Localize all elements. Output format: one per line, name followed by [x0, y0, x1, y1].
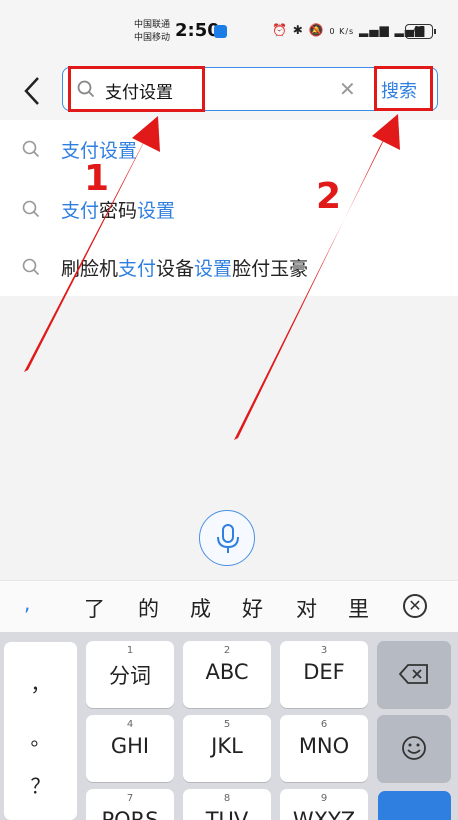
- carrier-names: 中国联通 中国移动: [134, 19, 170, 45]
- back-button[interactable]: [18, 74, 48, 108]
- key-7[interactable]: 7 PQRS: [86, 789, 174, 820]
- key-6[interactable]: 6 MNO: [280, 715, 368, 782]
- candidate-word[interactable]: 对: [296, 593, 317, 623]
- emoji-icon: [402, 736, 426, 760]
- enter-key[interactable]: [378, 791, 451, 820]
- annotation-badge-1: 1: [84, 158, 110, 199]
- key-9[interactable]: 9 WXYZ: [280, 789, 368, 820]
- candidate-word[interactable]: 好: [242, 593, 263, 623]
- emoji-key[interactable]: [377, 715, 451, 782]
- carrier-2: 中国移动: [134, 33, 171, 43]
- candidate-comma[interactable]: ,: [24, 591, 30, 615]
- candidate-word[interactable]: 里: [348, 593, 369, 623]
- search-icon: [22, 258, 40, 276]
- key-3[interactable]: 3 DEF: [280, 641, 368, 708]
- candidate-word[interactable]: 成: [190, 593, 211, 623]
- suggestion-text: 支付密码设置: [61, 200, 176, 222]
- symbol-key[interactable]: 。: [4, 722, 77, 751]
- candidate-word[interactable]: 的: [138, 593, 159, 623]
- highlight-box-search-button: [374, 66, 433, 111]
- microphone-icon: [217, 524, 239, 553]
- backspace-icon: [398, 664, 428, 684]
- key-5[interactable]: 5 JKL: [183, 715, 271, 782]
- highlight-box-search-field: [68, 66, 205, 112]
- search-icon: [22, 140, 40, 158]
- candidate-word[interactable]: 了: [84, 593, 105, 623]
- alarm-icon: ⏰: [272, 23, 288, 37]
- bluetooth-icon: ✱: [292, 23, 304, 37]
- key-2[interactable]: 2 ABC: [183, 641, 271, 708]
- chevron-left-icon: [24, 77, 39, 105]
- app-notification-icon: [214, 25, 227, 38]
- suggestion-item[interactable]: 支付设置: [0, 120, 458, 178]
- symbol-key[interactable]: ，: [4, 668, 77, 697]
- suggestion-list: 支付设置 支付密码设置 刷脸机支付设备设置脸付玉豪: [0, 120, 458, 296]
- voice-input-button[interactable]: [199, 510, 255, 566]
- annotation-badge-2: 2: [316, 176, 342, 217]
- key-4[interactable]: 4 GHI: [86, 715, 174, 782]
- candidate-bar: , 了 的 成 好 对 里 ✕: [0, 580, 458, 632]
- battery-icon: 45: [405, 24, 436, 39]
- suggestion-text: 刷脸机支付设备设置脸付玉豪: [61, 258, 309, 280]
- suggestion-item[interactable]: 刷脸机支付设备设置脸付玉豪: [0, 238, 458, 296]
- symbol-column[interactable]: ， 。 ？ ！: [4, 642, 77, 820]
- mute-icon: 🔕: [308, 23, 325, 37]
- key-1[interactable]: 1 分词: [86, 641, 174, 708]
- symbol-key[interactable]: ？: [4, 770, 77, 799]
- status-bar: 中国联通 中国移动 2:50 ⏰ ✱ 🔕 0 K/s ▂▄▆ ▂▄▆ 45: [0, 0, 458, 64]
- backspace-key[interactable]: [377, 641, 451, 708]
- search-icon: [22, 200, 40, 218]
- status-icons: ⏰ ✱ 🔕 0 K/s ▂▄▆ ▂▄▆: [272, 23, 425, 37]
- key-8[interactable]: 8 TUV: [183, 789, 271, 820]
- carrier-1: 中国联通: [134, 20, 171, 30]
- close-candidates-icon[interactable]: ✕: [403, 594, 427, 618]
- signal-5g-icon: ▂▄▆: [359, 23, 390, 37]
- keyboard: ， 。 ？ ！ 1分词 2ABC 3DEF 4GHI 5JKL 6MNO 7PQ…: [0, 632, 458, 820]
- suggestion-item[interactable]: 支付密码设置: [0, 180, 458, 238]
- symbol-key[interactable]: ！: [4, 814, 77, 820]
- net-speed: 0 K/s: [329, 27, 355, 36]
- clear-icon[interactable]: ✕: [339, 79, 356, 99]
